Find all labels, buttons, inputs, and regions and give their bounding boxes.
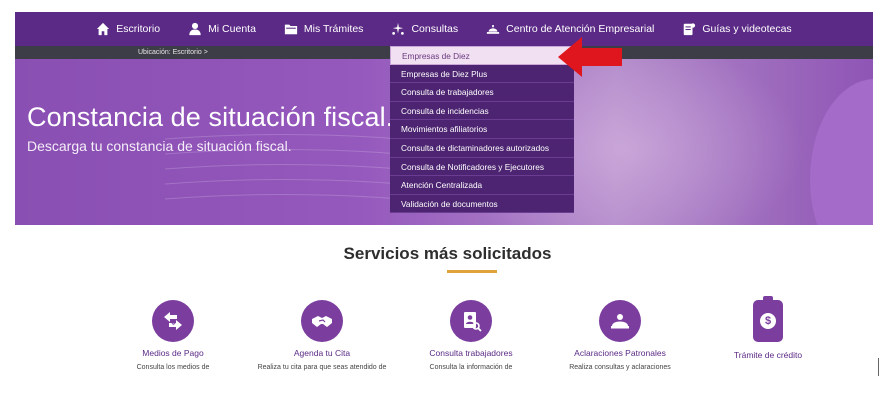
nav-item-label: Consultas <box>411 23 459 35</box>
nav-item-mi-cuenta[interactable]: Mi Cuenta <box>174 12 270 46</box>
top-navigation-bar: Escritorio Mi Cuenta Mis Trámites Consul… <box>15 12 873 46</box>
worker-search-icon <box>450 300 492 342</box>
nav-item-consultas[interactable]: Consultas <box>377 12 472 46</box>
nav-item-label: Mis Trámites <box>303 23 364 35</box>
user-icon <box>188 22 202 36</box>
menu-item-dictaminadores[interactable]: Consulta de dictaminadores autorizados <box>390 138 574 158</box>
service-agenda-tu-cita[interactable]: Agenda tu Cita Realiza tu cita para que … <box>242 300 402 371</box>
menu-item-consulta-trabajadores[interactable]: Consulta de trabajadores <box>390 83 574 102</box>
nav-item-label: Centro de Atención Empresarial <box>506 23 655 35</box>
nav-item-label: Guías y videotecas <box>702 23 792 35</box>
service-label: Consulta trabajadores <box>429 348 513 358</box>
hero-subtitle: Descarga tu constancia de situación fisc… <box>27 138 292 154</box>
services-title: Servicios más solicitados <box>343 244 552 263</box>
page: Escritorio Mi Cuenta Mis Trámites Consul… <box>0 0 895 400</box>
service-description: Realiza consultas y aclaraciones <box>569 364 671 371</box>
menu-item-notificadores[interactable]: Consulta de Notificadores y Ejecutores <box>390 157 574 177</box>
svg-text:$: $ <box>172 320 176 327</box>
employer-icon <box>599 300 641 342</box>
nav-item-mis-tramites[interactable]: Mis Trámites <box>270 12 378 46</box>
service-tramite-de-credito[interactable]: $ Trámite de crédito <box>688 296 848 360</box>
home-icon <box>96 22 110 36</box>
service-consulta-trabajadores[interactable]: Consulta trabajadores Consulta la inform… <box>391 300 551 371</box>
consultas-dropdown-menu: Empresas de Diez Empresas de Diez Plus C… <box>390 46 574 214</box>
nav-item-escritorio[interactable]: Escritorio <box>82 12 174 46</box>
red-arrow-icon <box>558 37 622 77</box>
breadcrumb[interactable]: Ubicación: Escritorio > <box>138 46 208 59</box>
nav-item-label: Escritorio <box>116 23 161 35</box>
service-aclaraciones-patronales[interactable]: Aclaraciones Patronales Realiza consulta… <box>540 300 700 371</box>
dollar-coin-icon: $ <box>760 313 776 329</box>
service-description: Realiza tu cita para que seas atendido d… <box>257 364 387 371</box>
nav-item-label: Mi Cuenta <box>208 23 256 35</box>
menu-item-empresas-de-diez[interactable]: Empresas de Diez <box>390 46 574 65</box>
service-description: Consulta la información de <box>429 364 513 371</box>
menu-item-empresas-de-diez-plus[interactable]: Empresas de Diez Plus <box>390 64 574 84</box>
service-label: Agenda tu Cita <box>293 348 351 358</box>
edge-divider <box>878 358 879 376</box>
handshake-icon <box>301 300 343 342</box>
service-desk-icon <box>486 22 500 36</box>
service-label: Aclaraciones Patronales <box>574 348 666 358</box>
sparkles-icon <box>391 22 405 36</box>
service-label: Medios de Pago <box>142 348 204 358</box>
menu-item-consulta-incidencias[interactable]: Consulta de incidencias <box>390 101 574 121</box>
nav-item-guias[interactable]: Guías y videotecas <box>668 12 805 46</box>
hero-title: Constancia de situación fiscal. <box>27 102 394 132</box>
services-title-underline <box>447 270 497 273</box>
payment-exchange-icon: $ <box>152 300 194 342</box>
folder-icon <box>284 22 298 36</box>
menu-item-atencion-centralizada[interactable]: Atención Centralizada <box>390 176 574 195</box>
service-medios-de-pago[interactable]: $ Medios de Pago Consulta los medios de <box>93 300 253 371</box>
hero-decorative-orb <box>810 79 873 225</box>
menu-item-movimientos-afiliatorios[interactable]: Movimientos afiliatorios <box>390 120 574 139</box>
service-label: Trámite de crédito <box>733 350 803 360</box>
guide-book-icon <box>682 22 696 36</box>
service-description: Consulta los medios de <box>136 364 210 371</box>
menu-item-validacion-documentos[interactable]: Validación de documentos <box>390 194 574 214</box>
credit-clipboard-icon: $ <box>753 296 783 342</box>
